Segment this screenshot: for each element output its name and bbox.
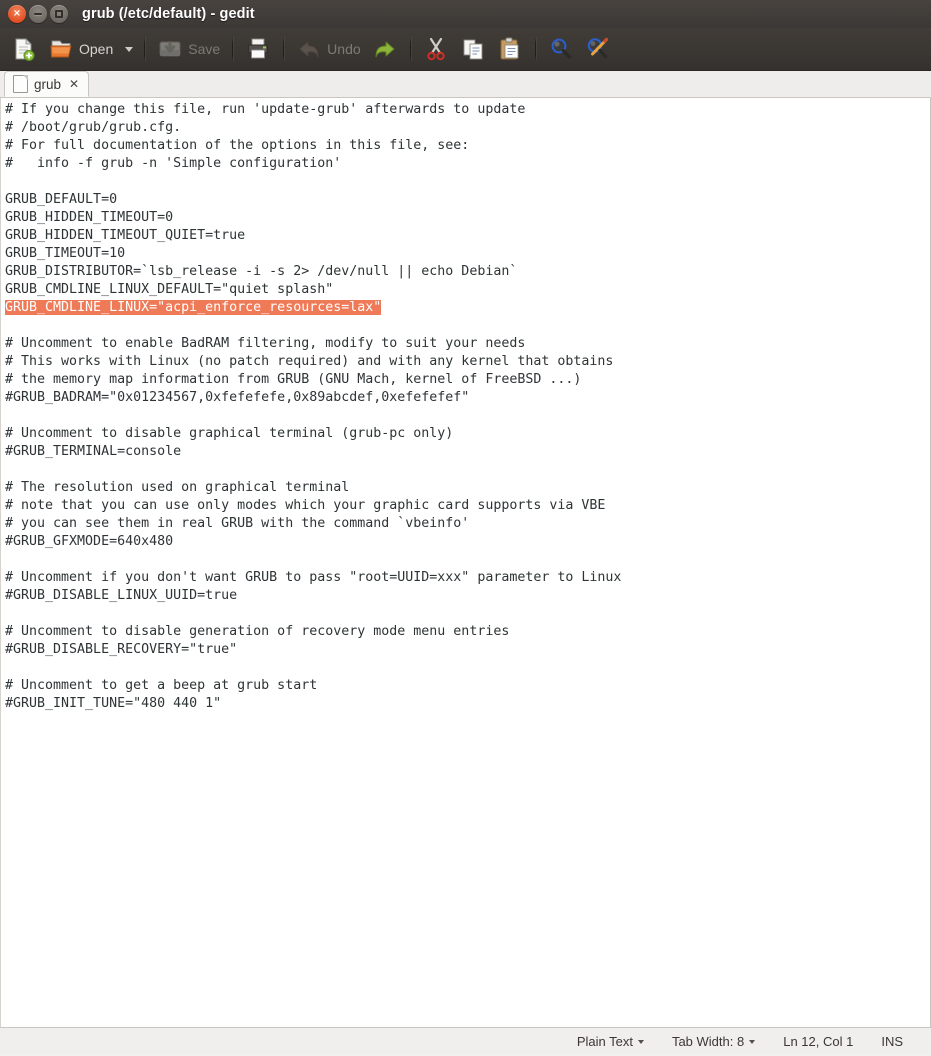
editor-line[interactable]: # For full documentation of the options … (5, 137, 930, 155)
editor-line[interactable]: GRUB_TIMEOUT=10 (5, 245, 930, 263)
open-button-label: Open (79, 41, 114, 57)
tab-width-label: Tab Width: 8 (671, 1034, 745, 1049)
insert-mode-indicator: INS (881, 1034, 903, 1049)
status-bar: Plain Text Tab Width: 8 Ln 12, Col 1 INS (0, 1027, 931, 1055)
maximize-window-icon[interactable] (50, 5, 68, 23)
editor-line[interactable] (5, 605, 930, 623)
editor-line[interactable]: # /boot/grub/grub.cfg. (5, 119, 930, 137)
toolbar-separator (283, 37, 285, 61)
editor-line[interactable]: GRUB_CMDLINE_LINUX_DEFAULT="quiet splash… (5, 281, 930, 299)
scissors-icon (423, 36, 449, 62)
text-editor-area[interactable]: # If you change this file, run 'update-g… (0, 98, 931, 1027)
cursor-position: Ln 12, Col 1 (783, 1034, 854, 1049)
editor-line[interactable]: #GRUB_TERMINAL=console (5, 443, 930, 461)
window-title: grub (/etc/default) - gedit (82, 6, 255, 22)
find-button[interactable] (543, 31, 579, 67)
editor-line[interactable]: #GRUB_DISABLE_RECOVERY="true" (5, 641, 930, 659)
save-button[interactable]: Save (152, 31, 225, 67)
magnifier-icon (548, 36, 574, 62)
editor-line[interactable]: #GRUB_BADRAM="0x01234567,0xfefefefe,0x89… (5, 389, 930, 407)
tab-label: grub (34, 76, 62, 92)
copy-pages-icon (460, 36, 486, 62)
language-label: Plain Text (576, 1034, 633, 1049)
editor-line[interactable] (5, 461, 930, 479)
undo-button[interactable]: Undo (291, 31, 365, 67)
copy-button[interactable] (455, 31, 491, 67)
save-disk-icon (157, 36, 183, 62)
redo-arrow-icon (372, 36, 398, 62)
editor-line[interactable]: # The resolution used on graphical termi… (5, 479, 930, 497)
editor-line[interactable]: GRUB_HIDDEN_TIMEOUT=0 (5, 209, 930, 227)
toolbar-separator (534, 37, 536, 61)
print-button[interactable] (240, 31, 276, 67)
editor-line[interactable]: # you can see them in real GRUB with the… (5, 515, 930, 533)
open-folder-icon (48, 36, 74, 62)
chevron-down-icon (125, 46, 134, 52)
editor-line[interactable] (5, 317, 930, 335)
editor-line[interactable]: # Uncomment to get a beep at grub start (5, 677, 930, 695)
editor-line[interactable]: # Uncomment to disable graphical termina… (5, 425, 930, 443)
tab-width-selector[interactable]: Tab Width: 8 (658, 1034, 769, 1049)
redo-button[interactable] (367, 31, 403, 67)
document-icon (13, 75, 28, 93)
editor-line[interactable]: # This works with Linux (no patch requir… (5, 353, 930, 371)
editor-line[interactable]: GRUB_DISTRIBUTOR=`lsb_release -i -s 2> /… (5, 263, 930, 281)
printer-icon (245, 36, 271, 62)
tab-bar: grub ✕ (0, 71, 931, 98)
undo-button-label: Undo (327, 41, 361, 57)
open-button[interactable]: Open (43, 31, 118, 67)
window-controls: × (8, 5, 68, 23)
chevron-down-icon (749, 1039, 756, 1044)
editor-line[interactable]: GRUB_CMDLINE_LINUX="acpi_enforce_resourc… (5, 299, 930, 317)
editor-line[interactable]: # info -f grub -n 'Simple configuration' (5, 155, 930, 173)
editor-line[interactable]: # Uncomment to disable generation of rec… (5, 623, 930, 641)
title-bar[interactable]: × grub (/etc/default) - gedit (0, 0, 931, 28)
minimize-window-icon[interactable] (29, 5, 47, 23)
new-document-icon (11, 36, 37, 62)
editor-line[interactable]: # the memory map information from GRUB (… (5, 371, 930, 389)
open-dropdown-button[interactable] (119, 31, 137, 67)
selected-text: GRUB_CMDLINE_LINUX="acpi_enforce_resourc… (5, 300, 382, 315)
editor-line[interactable] (5, 659, 930, 677)
tab-grub[interactable]: grub ✕ (4, 71, 90, 97)
new-document-button[interactable] (6, 31, 42, 67)
editor-line[interactable] (5, 551, 930, 569)
chevron-down-icon (637, 1039, 644, 1044)
editor-line[interactable] (5, 173, 930, 191)
toolbar: Open Save Undo (0, 28, 931, 71)
save-button-label: Save (188, 41, 221, 57)
editor-line[interactable]: #GRUB_DISABLE_LINUX_UUID=true (5, 587, 930, 605)
cut-button[interactable] (418, 31, 454, 67)
editor-line[interactable] (5, 407, 930, 425)
toolbar-separator (144, 37, 146, 61)
editor-line[interactable]: #GRUB_GFXMODE=640x480 (5, 533, 930, 551)
magnifier-pencil-icon (585, 36, 611, 62)
editor-line[interactable]: # If you change this file, run 'update-g… (5, 101, 930, 119)
replace-button[interactable] (580, 31, 616, 67)
editor-line[interactable]: GRUB_HIDDEN_TIMEOUT_QUIET=true (5, 227, 930, 245)
toolbar-separator (232, 37, 234, 61)
close-window-icon[interactable]: × (8, 5, 26, 23)
paste-button[interactable] (492, 31, 528, 67)
editor-content[interactable]: # If you change this file, run 'update-g… (5, 101, 930, 713)
editor-line[interactable]: GRUB_DEFAULT=0 (5, 191, 930, 209)
tab-close-icon[interactable]: ✕ (69, 78, 79, 90)
toolbar-separator (409, 37, 411, 61)
undo-arrow-icon (296, 36, 322, 62)
language-selector[interactable]: Plain Text (563, 1034, 658, 1049)
editor-line[interactable]: #GRUB_INIT_TUNE="480 440 1" (5, 695, 930, 713)
clipboard-icon (497, 36, 523, 62)
editor-line[interactable]: # Uncomment to enable BadRAM filtering, … (5, 335, 930, 353)
editor-line[interactable]: # Uncomment if you don't want GRUB to pa… (5, 569, 930, 587)
editor-line[interactable]: # note that you can use only modes which… (5, 497, 930, 515)
